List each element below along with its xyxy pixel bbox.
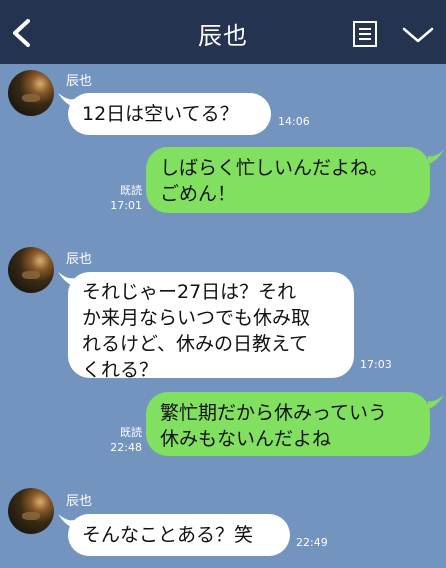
message-line: れるけど、休みの日教えて [82, 333, 309, 355]
message-time: 17:01 [110, 199, 142, 212]
message-text: 12日は空いてる？ [82, 103, 239, 125]
message-time: 14:06 [278, 115, 310, 128]
chat-header: 辰也 [0, 0, 446, 64]
chevron-down-icon[interactable] [402, 26, 434, 44]
avatar[interactable] [8, 488, 54, 534]
message-line: ごめん！ [160, 183, 237, 205]
sender-name: 辰也 [66, 252, 93, 267]
message-text: そんなことある？笑 [82, 524, 254, 546]
message-meta: 既読 17:01 [104, 183, 142, 213]
message-time: 22:48 [110, 441, 142, 454]
message-line: くれる？ [82, 359, 159, 381]
bubble-tail [428, 150, 444, 164]
message-time: 17:03 [360, 358, 392, 371]
read-receipt: 既読 [120, 426, 142, 439]
message-line: 休みもないんだよね [160, 428, 332, 450]
message-line: 繁忙期だから休みっていう [160, 402, 388, 424]
message-bubble[interactable]: それじゃー27日は？それ か来月ならいつでも休み取 れるけど、休みの日教えて く… [68, 272, 354, 381]
avatar[interactable] [8, 247, 54, 293]
read-receipt: 既読 [120, 184, 142, 197]
message-line: それじゃー27日は？それ [82, 281, 297, 303]
message-bubble[interactable]: そんなことある？笑 [68, 514, 290, 556]
bubble-tail [428, 395, 444, 409]
message-line: しばらく忙しいんだよね。 [160, 157, 389, 179]
message-bubble[interactable]: しばらく忙しいんだよね。 ごめん！ [146, 147, 430, 213]
chat-title: 辰也 [198, 22, 248, 50]
menu-icon[interactable] [352, 20, 378, 48]
message-bubble[interactable]: 繁忙期だから休みっていう 休みもないんだよね [146, 392, 430, 456]
sender-name: 辰也 [66, 494, 93, 509]
message-bubble[interactable]: 12日は空いてる？ [68, 93, 271, 135]
sender-name: 辰也 [66, 74, 93, 89]
message-time: 22:49 [296, 536, 328, 549]
message-line: か来月ならいつでも休み取 [82, 307, 311, 329]
message-meta: 既読 22:48 [104, 425, 142, 455]
avatar[interactable] [8, 70, 54, 116]
